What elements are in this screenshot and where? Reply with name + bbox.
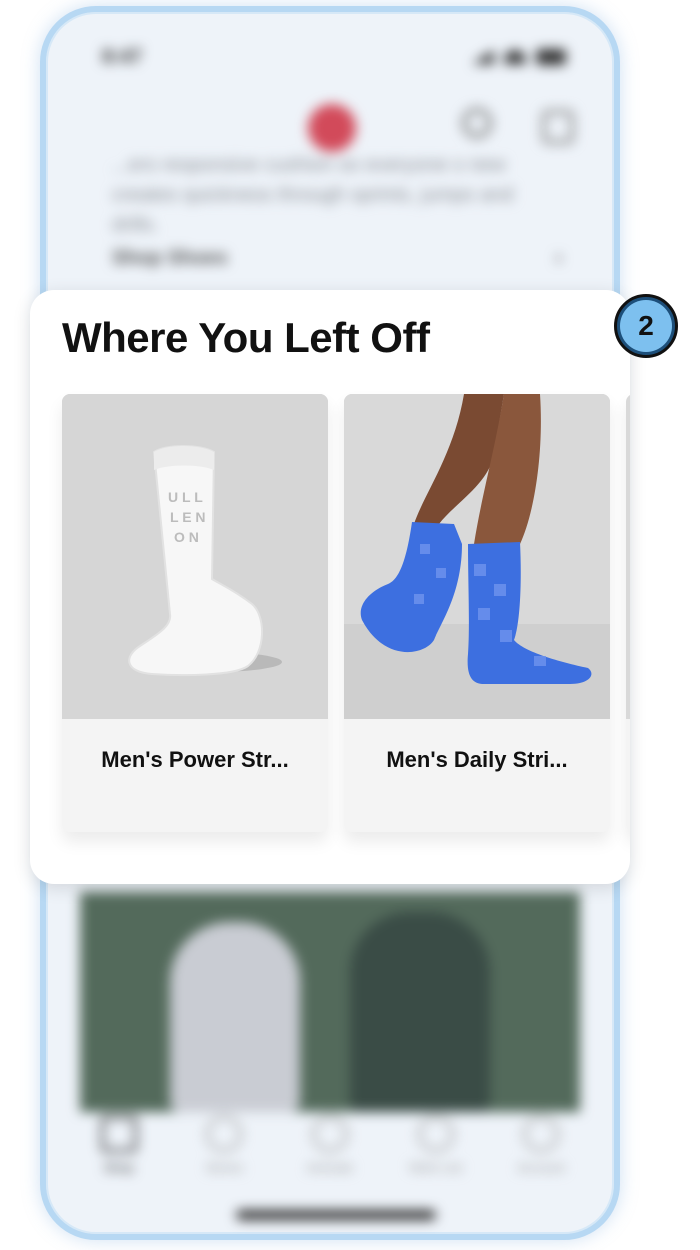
shopping-bag-icon[interactable] [542, 110, 574, 144]
product-card-partial[interactable] [626, 394, 630, 832]
brand-logo-icon [308, 104, 356, 152]
where-you-left-off-card: Where You Left Off U L L L E N O N Men's… [30, 290, 630, 884]
hero-image [80, 892, 580, 1112]
battery-icon [536, 49, 566, 65]
tab-account[interactable]: Account [506, 1116, 576, 1206]
svg-text:U L L: U L L [168, 489, 203, 505]
product-name: Men's Power Str... [101, 746, 289, 772]
blue-socks-image [344, 394, 610, 719]
svg-text:O N: O N [174, 529, 199, 545]
tab-activate[interactable]: Activate [295, 1116, 365, 1206]
tab-label: Wish List [409, 1160, 462, 1175]
tab-shop[interactable]: Shop [84, 1116, 154, 1206]
bottom-tab-bar: Shop Stores Activate Wish List Account [46, 1116, 614, 1206]
tab-stores[interactable]: Stores [189, 1116, 259, 1206]
wifi-icon [504, 50, 526, 64]
tab-label: Account [517, 1160, 565, 1175]
product-image [626, 394, 630, 719]
status-bar: 8:47 [102, 42, 566, 72]
search-icon[interactable] [462, 108, 492, 138]
hero-person-right [350, 912, 490, 1112]
white-sock-image: U L L L E N O N [62, 394, 328, 719]
product-name: Men's Daily Stri... [386, 746, 568, 772]
tab-wish-list[interactable]: Wish List [401, 1116, 471, 1206]
hero-person-left [170, 922, 300, 1112]
home-indicator [236, 1210, 436, 1220]
product-description: ...ers responsive cushion so everyone s … [112, 154, 514, 236]
heart-icon [417, 1116, 454, 1152]
shop-icon [100, 1116, 137, 1152]
status-icons [472, 49, 566, 65]
shop-shoes-label: Shop Shoes [112, 247, 228, 269]
account-icon [523, 1116, 560, 1152]
tab-label: Stores [205, 1160, 244, 1175]
svg-text:L E N: L E N [170, 509, 206, 525]
activate-icon [311, 1116, 348, 1152]
product-image: U L L L E N O N [62, 394, 328, 719]
step-number-badge: 2 [614, 294, 678, 358]
product-card[interactable]: Men's Daily Stri... [344, 394, 610, 832]
product-image [344, 394, 610, 719]
cellular-signal-icon [472, 50, 494, 64]
shop-shoes-link[interactable]: Shop Shoes › [112, 247, 562, 283]
card-title: Where You Left Off [62, 314, 430, 361]
chevron-right-icon: › [555, 247, 562, 269]
product-carousel[interactable]: U L L L E N O N Men's Power Str... Men's… [62, 394, 630, 834]
tab-label: Activate [306, 1160, 354, 1175]
app-header [46, 100, 614, 152]
tab-label: Shop [103, 1160, 134, 1175]
store-pin-icon [206, 1116, 243, 1152]
status-time: 8:47 [102, 45, 143, 68]
product-card[interactable]: U L L L E N O N Men's Power Str... [62, 394, 328, 832]
badge-number: 2 [620, 300, 672, 352]
